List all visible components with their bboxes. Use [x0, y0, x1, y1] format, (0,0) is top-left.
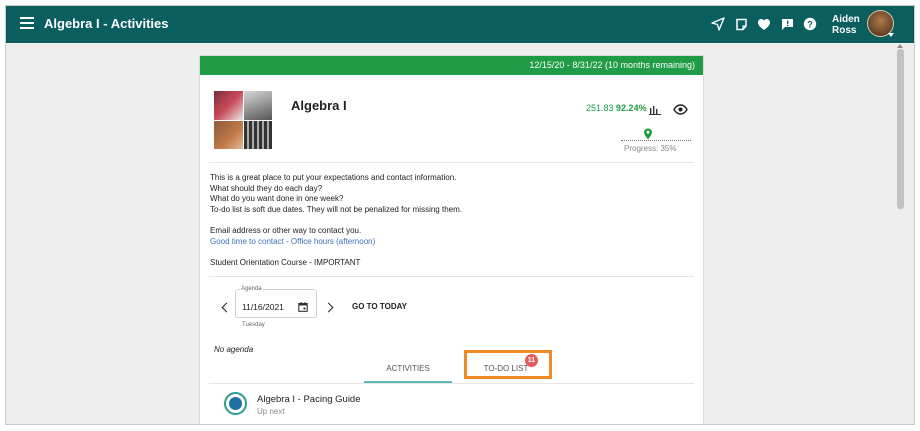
list-item-title[interactable]: Algebra I - Pacing Guide — [257, 394, 361, 405]
go-to-today-button[interactable]: GO TO TODAY — [352, 302, 407, 311]
scrollbar-thumb[interactable] — [897, 49, 904, 209]
map-pin-icon — [643, 127, 653, 145]
office-hours-link[interactable]: Good time to contact - Office hours (aft… — [210, 237, 690, 248]
chevron-down-icon[interactable] — [888, 33, 894, 37]
hamburger-menu-icon[interactable] — [20, 17, 34, 29]
previous-day-icon[interactable] — [221, 302, 232, 313]
divider — [209, 276, 694, 277]
list-item-subtitle: Up next — [257, 407, 285, 416]
note-icon[interactable] — [733, 16, 749, 32]
heart-icon[interactable] — [756, 16, 772, 32]
calendar-icon[interactable] — [298, 299, 308, 317]
progress-label: Progress: 35% — [624, 144, 677, 153]
feedback-icon[interactable] — [779, 16, 795, 32]
bar-chart-icon[interactable] — [649, 102, 661, 120]
agenda-date-value: 11/16/2021 — [242, 302, 284, 312]
app-window: Algebra I - Activities ? Aiden Ross 12/1… — [5, 5, 915, 425]
activity-item-icon[interactable] — [224, 392, 247, 415]
agenda-weekday: Tuesday — [242, 322, 265, 328]
send-icon[interactable] — [710, 16, 726, 32]
top-app-bar: Algebra I - Activities ? Aiden Ross — [6, 6, 914, 43]
eye-icon[interactable] — [673, 102, 688, 120]
course-title: Algebra I — [291, 98, 347, 113]
progress-track — [621, 140, 691, 141]
agenda-field-label: Agenda — [240, 286, 263, 292]
course-card: 12/15/20 - 8/31/22 (10 months remaining)… — [199, 55, 704, 424]
agenda-empty-text: No agenda — [214, 345, 254, 354]
course-image — [214, 91, 272, 149]
tab-activities[interactable]: ACTIVITIES — [364, 361, 452, 383]
course-score: 251.83 92.24% — [586, 103, 647, 113]
user-name[interactable]: Aiden Ross — [832, 14, 860, 36]
course-description: This is a great place to put your expect… — [210, 173, 690, 268]
highlight-box — [464, 350, 552, 379]
tabs-divider — [209, 383, 694, 384]
page-title: Algebra I - Activities — [44, 16, 169, 31]
date-range-banner: 12/15/20 - 8/31/22 (10 months remaining) — [200, 56, 703, 75]
scroll-up-arrow-icon[interactable] — [897, 44, 903, 48]
help-icon[interactable]: ? — [802, 16, 818, 32]
next-day-icon[interactable] — [323, 302, 334, 313]
svg-text:?: ? — [807, 19, 813, 29]
divider — [209, 162, 694, 163]
